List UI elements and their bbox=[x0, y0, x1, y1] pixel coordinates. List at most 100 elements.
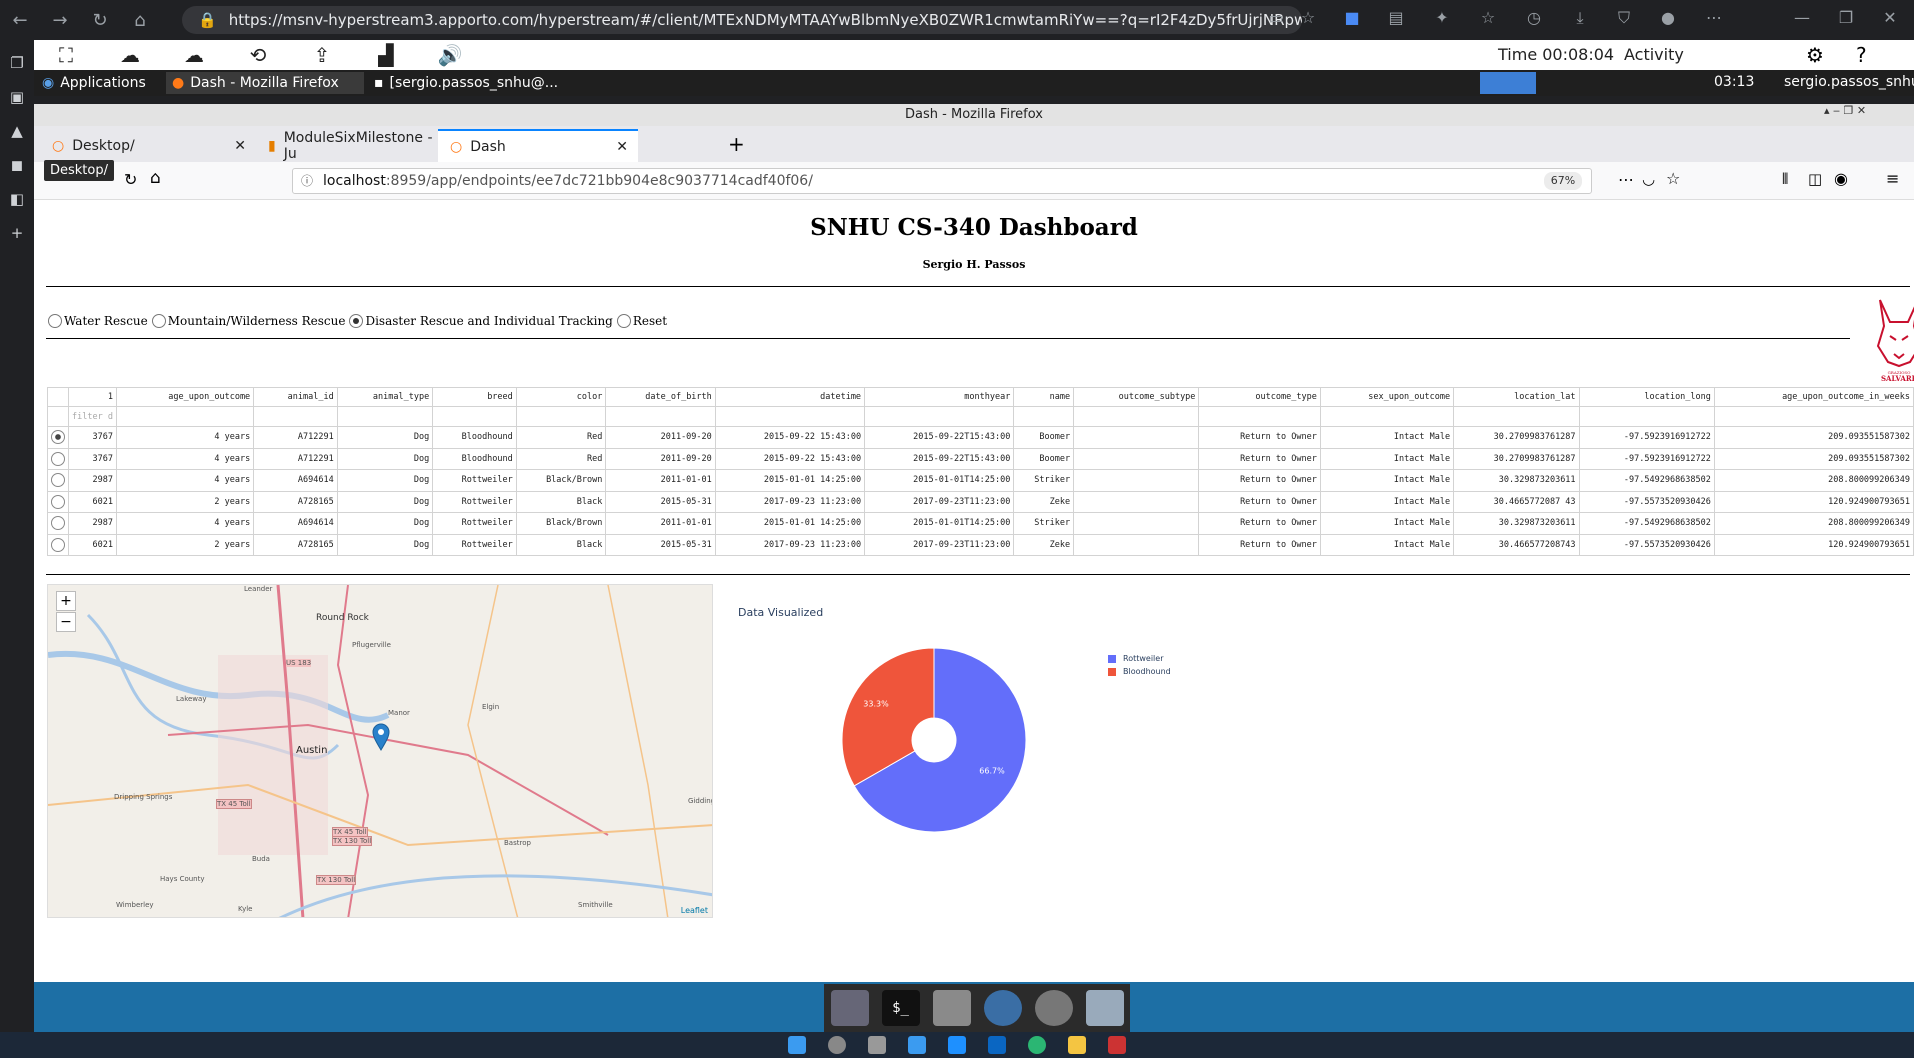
row-radio[interactable] bbox=[51, 537, 65, 552]
bookmark-star-icon[interactable]: ☆ bbox=[1666, 169, 1680, 188]
row-radio[interactable] bbox=[51, 516, 65, 531]
tab-desktop[interactable]: ○ Desktop/ ✕ bbox=[40, 129, 254, 162]
filter-input[interactable] bbox=[605, 406, 716, 427]
radio-mountain-rescue[interactable]: Mountain/Wilderness Rescue bbox=[151, 314, 345, 328]
zoom-indicator[interactable]: 67% bbox=[1544, 172, 1582, 190]
table-row[interactable]: 2987 4 years A694614 Dog Rottweiler Black/Bro… bbox=[47, 469, 1914, 492]
edge-icon[interactable] bbox=[1028, 1036, 1046, 1054]
row-select[interactable] bbox=[47, 512, 69, 535]
help-icon[interactable]: ? bbox=[1856, 43, 1867, 67]
task-view-icon[interactable] bbox=[868, 1036, 886, 1054]
history-icon[interactable]: ◷ bbox=[1522, 8, 1546, 32]
workspace-switcher[interactable] bbox=[1480, 72, 1536, 94]
filter-input[interactable] bbox=[1198, 406, 1321, 427]
app-icon[interactable] bbox=[1108, 1036, 1126, 1054]
filter-input[interactable] bbox=[253, 406, 338, 427]
filter-input[interactable] bbox=[1319, 406, 1455, 427]
download-cloud-icon[interactable]: ☁ bbox=[162, 43, 226, 67]
widgets-icon[interactable] bbox=[908, 1036, 926, 1054]
radio-disaster-rescue[interactable]: Disaster Rescue and Individual Tracking bbox=[349, 314, 613, 328]
filter-input[interactable] bbox=[432, 406, 517, 427]
table-row[interactable]: 3767 4 years A712291 Dog Bloodhound Red 2011-0… bbox=[47, 447, 1914, 470]
column-header[interactable]: datetime bbox=[714, 387, 866, 407]
legend-item-rottweiler[interactable]: Rottweiler bbox=[1108, 654, 1164, 663]
row-radio[interactable] bbox=[51, 451, 65, 466]
restore-icon[interactable]: ❐ bbox=[1834, 8, 1858, 32]
column-header[interactable]: sex_upon_outcome bbox=[1319, 387, 1455, 407]
radio-circle[interactable] bbox=[48, 314, 62, 328]
applications-menu[interactable]: ◉ Applications bbox=[36, 72, 156, 94]
radio-circle[interactable] bbox=[349, 314, 364, 328]
table-row[interactable]: 2987 4 years A694614 Dog Rottweiler Black/Bro… bbox=[47, 512, 1914, 535]
reload-icon[interactable]: ↻ bbox=[80, 0, 120, 40]
tab-close-icon[interactable]: ✕ bbox=[234, 138, 246, 154]
row-radio[interactable] bbox=[51, 473, 65, 488]
row-radio[interactable] bbox=[51, 494, 65, 509]
signal-icon[interactable]: ▟ bbox=[354, 43, 418, 67]
column-header[interactable]: outcome_subtype bbox=[1073, 387, 1200, 407]
filter-input[interactable] bbox=[515, 406, 607, 427]
radio-circle[interactable] bbox=[151, 314, 166, 328]
home-icon[interactable]: ⌂ bbox=[150, 168, 161, 188]
column-header[interactable]: age_upon_outcome bbox=[115, 387, 255, 407]
column-header[interactable]: color bbox=[515, 387, 607, 407]
store-icon[interactable] bbox=[988, 1036, 1006, 1054]
volume-icon[interactable]: 🔊 bbox=[418, 43, 482, 67]
column-header[interactable]: breed bbox=[432, 387, 517, 407]
radio-water-rescue[interactable]: Water Rescue bbox=[48, 314, 148, 328]
search-icon[interactable] bbox=[828, 1036, 846, 1054]
library-icon[interactable]: ⫴ bbox=[1782, 170, 1788, 188]
row-select[interactable] bbox=[47, 426, 69, 449]
row-select[interactable] bbox=[47, 490, 69, 513]
home-icon[interactable]: ⌂ bbox=[120, 0, 160, 40]
filter-input[interactable] bbox=[115, 406, 255, 427]
upload-icon[interactable]: ☁ bbox=[98, 43, 162, 67]
mail-icon[interactable] bbox=[948, 1036, 966, 1054]
geolocation-map[interactable]: + − Leander Round Rock Pflugerville US 1… bbox=[47, 584, 713, 918]
app-icon[interactable]: ◧ bbox=[0, 182, 34, 216]
zoom-in-button[interactable]: + bbox=[56, 591, 76, 611]
filter-input[interactable] bbox=[1453, 406, 1580, 427]
forward-icon[interactable]: → bbox=[40, 0, 80, 40]
filter-input[interactable] bbox=[714, 406, 866, 427]
taskbar-firefox[interactable]: ● Dash - Mozilla Firefox bbox=[166, 72, 364, 94]
bitwarden-icon[interactable]: ■ bbox=[1340, 8, 1364, 32]
sync-icon[interactable]: ⟲ bbox=[226, 43, 290, 67]
tab-module[interactable]: ▮ ModuleSixMilestone - Ju bbox=[256, 129, 436, 162]
explorer-icon[interactable] bbox=[1068, 1036, 1086, 1054]
column-header[interactable]: animal_type bbox=[336, 387, 434, 407]
more-icon[interactable]: ⋯ bbox=[1702, 8, 1726, 32]
column-header[interactable]: age_upon_outcome_in_weeks bbox=[1713, 387, 1914, 407]
puzzle-icon[interactable]: ✦ bbox=[1430, 8, 1454, 32]
tab-close-icon[interactable]: ✕ bbox=[616, 139, 628, 155]
column-header[interactable]: monthyear bbox=[864, 387, 1015, 407]
filter-input[interactable] bbox=[1578, 406, 1715, 427]
column-header[interactable]: location_lat bbox=[1453, 387, 1580, 407]
download-icon[interactable]: ⤓ bbox=[1568, 8, 1592, 32]
zoom-out-button[interactable]: − bbox=[56, 612, 76, 632]
favorites-icon[interactable]: ☆ bbox=[1476, 8, 1500, 32]
column-header[interactable]: animal_id bbox=[253, 387, 338, 407]
menu-icon[interactable]: ≡ bbox=[1886, 169, 1899, 188]
home-folder-icon[interactable] bbox=[932, 990, 971, 1026]
notes-icon[interactable]: ▣ bbox=[0, 80, 34, 114]
outlook-icon[interactable]: ◼ bbox=[0, 148, 34, 182]
page-actions-icon[interactable]: ⋯ bbox=[1618, 170, 1634, 189]
new-tab-icon[interactable]: + bbox=[728, 132, 745, 156]
table-row[interactable]: 6021 2 years A728165 Dog Rottweiler Black 2015… bbox=[47, 533, 1914, 556]
radio-reset[interactable]: Reset bbox=[616, 314, 667, 328]
tabs-icon[interactable]: ❐ bbox=[0, 46, 34, 80]
share-icon[interactable]: ⇪ bbox=[290, 43, 354, 67]
url-bar[interactable]: ⓘ localhost:8959/app/endpoints/ee7dc721b… bbox=[292, 168, 1592, 194]
column-header[interactable]: location_long bbox=[1578, 387, 1715, 407]
row-select[interactable] bbox=[47, 533, 69, 556]
profile-icon[interactable]: ● bbox=[1656, 8, 1680, 32]
drive-icon[interactable]: ▲ bbox=[0, 114, 34, 148]
terminal-icon[interactable]: $_ bbox=[881, 990, 920, 1026]
outer-address-bar[interactable]: 🔒 https://msnv-hyperstream3.apporto.com/… bbox=[182, 6, 1302, 34]
filter-input[interactable] bbox=[1713, 406, 1914, 427]
sidebar-icon[interactable]: ◫ bbox=[1808, 170, 1822, 188]
row-select[interactable] bbox=[47, 447, 69, 470]
column-header[interactable]: name bbox=[1013, 387, 1075, 407]
files-icon[interactable] bbox=[1085, 990, 1124, 1026]
